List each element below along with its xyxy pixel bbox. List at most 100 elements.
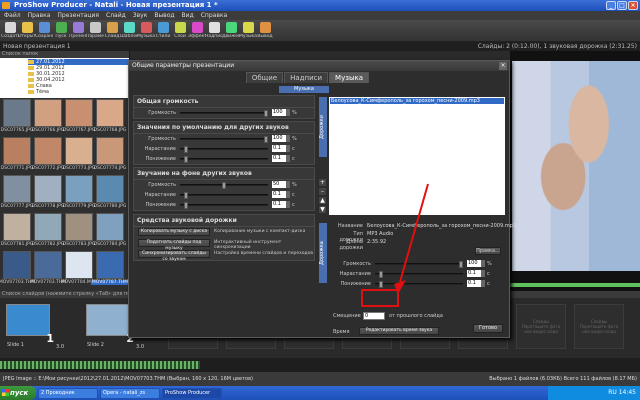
track-side-button[interactable]: –: [319, 188, 326, 195]
slider-knob[interactable]: [264, 136, 268, 143]
value-input[interactable]: 0.1: [467, 270, 481, 277]
menu-item[interactable]: Справка: [201, 11, 227, 20]
menu-item[interactable]: Презентация: [57, 11, 99, 20]
slider-knob[interactable]: [184, 156, 188, 163]
thumbnail-item[interactable]: MOV07704.MOV: [61, 251, 97, 288]
slider-knob[interactable]: [184, 192, 188, 199]
taskbar-task[interactable]: ProShow Producer: [162, 387, 222, 399]
toolbar-button[interactable]: Презентация: [69, 20, 87, 42]
toolbar-button[interactable]: Пуск: [53, 20, 69, 42]
done-button[interactable]: Готово: [473, 324, 503, 333]
toolbar-button[interactable]: Создать: [1, 20, 19, 42]
slider-knob[interactable]: [264, 110, 268, 117]
slider-knob[interactable]: [379, 271, 383, 278]
slider-track[interactable]: [375, 271, 463, 278]
toolbar-button[interactable]: Музыка: [239, 20, 257, 42]
toolbar-button[interactable]: Слайд: [104, 20, 120, 42]
thumbnail-item[interactable]: DSC07765.JPG: [1, 99, 33, 136]
value-input[interactable]: 0.1: [272, 155, 286, 162]
slider-track[interactable]: [375, 281, 463, 288]
spin-icon[interactable]: [286, 109, 290, 116]
slider-track[interactable]: [180, 110, 268, 117]
toolbar-button[interactable]: Движения: [222, 20, 240, 42]
slider-track[interactable]: [180, 156, 268, 163]
thumbnail-item[interactable]: DSC07778.JPG: [32, 175, 64, 212]
edit-track-button[interactable]: Правка...: [475, 247, 501, 255]
maximize-icon[interactable]: □: [617, 1, 627, 10]
thumbnail-item[interactable]: DSC07772.JPG: [32, 137, 64, 174]
value-input[interactable]: 100: [467, 260, 481, 267]
toolbar-button[interactable]: Открыть: [18, 20, 36, 42]
slider-knob[interactable]: [379, 281, 383, 288]
dialog-tab[interactable]: Музыка: [329, 72, 369, 83]
slider-track[interactable]: [180, 192, 268, 199]
dialog-close-icon[interactable]: ×: [499, 62, 507, 70]
toolbar-button[interactable]: Вывод: [257, 20, 273, 42]
track-side-button[interactable]: ▼: [319, 206, 326, 213]
thumbnail-item[interactable]: MOV07703.THM: [30, 251, 66, 288]
track-list[interactable]: Белоусова_К-Симферополь_за горохом_песни…: [329, 97, 505, 215]
slider-knob[interactable]: [184, 146, 188, 153]
thumbnail-item[interactable]: DSC07767.JPG: [63, 99, 95, 136]
thumbnail-item[interactable]: DSC07783.JPG: [63, 213, 95, 250]
slider-knob[interactable]: [184, 202, 188, 209]
toolbar-button[interactable]: Музыка: [137, 20, 155, 42]
folder-item[interactable]: Тёма: [28, 89, 129, 95]
taskbar-task[interactable]: Opera - natali_zs: [100, 387, 160, 399]
menu-item[interactable]: Правка: [28, 11, 51, 20]
track-side-button[interactable]: +: [319, 179, 326, 186]
slider-knob[interactable]: [459, 261, 463, 268]
slide-item[interactable]: Slide 2 2 3.0: [86, 304, 144, 350]
spin-icon[interactable]: [286, 191, 290, 198]
toolbar-button[interactable]: Надписи: [205, 20, 223, 42]
dialog-tab[interactable]: Общие: [245, 72, 284, 83]
track-side-button[interactable]: ▲: [319, 197, 326, 204]
toolbar-button[interactable]: Слои: [172, 20, 188, 42]
tool-button[interactable]: Подогнать слайды под музыку: [138, 239, 210, 251]
thumbnail-item[interactable]: DSC07777.JPG: [1, 175, 33, 212]
value-input[interactable]: 0.1: [272, 145, 286, 152]
toolbar-button[interactable]: Шаблон: [120, 20, 138, 42]
value-input[interactable]: 100: [272, 109, 286, 116]
thumbnail-item[interactable]: DSC07779.JPG: [63, 175, 95, 212]
value-input[interactable]: 0.1: [272, 201, 286, 208]
thumbnail-item[interactable]: DSC07780.JPG: [94, 175, 126, 212]
spin-icon[interactable]: [481, 260, 485, 267]
slider-track[interactable]: [180, 202, 268, 209]
slider-track[interactable]: [180, 182, 268, 189]
thumbnail-item[interactable]: DSC07768.JPG: [94, 99, 126, 136]
spin-icon[interactable]: [286, 181, 290, 188]
offset-input[interactable]: 0: [363, 312, 385, 320]
empty-slide-slot[interactable]: Слайды Перетащите фото или видео сюда: [516, 304, 566, 349]
slider-track[interactable]: [180, 136, 268, 143]
spin-icon[interactable]: [286, 155, 290, 162]
empty-slide-slot[interactable]: Слайды Перетащите фото или видео сюда: [574, 304, 624, 349]
toolbar-button[interactable]: Эффекты: [188, 20, 206, 42]
slider-track[interactable]: [180, 146, 268, 153]
menu-item[interactable]: Вид: [182, 11, 194, 20]
thumbnail-item[interactable]: DSC07781.JPG: [1, 213, 33, 250]
menu-item[interactable]: Слайд: [106, 11, 126, 20]
tool-button[interactable]: Синхронизировать слайды со звуком: [138, 250, 210, 262]
preview-progress[interactable]: [510, 283, 640, 287]
thumbnail-item[interactable]: DSC07782.JPG: [32, 213, 64, 250]
spin-icon[interactable]: [286, 135, 290, 142]
minimize-icon[interactable]: _: [606, 1, 616, 10]
spin-icon[interactable]: [481, 270, 485, 277]
spin-icon[interactable]: [286, 201, 290, 208]
taskbar-task[interactable]: 2 Проводник: [38, 387, 98, 399]
thumbnail-item[interactable]: MOV07787.THM: [90, 251, 130, 288]
value-input[interactable]: 100: [272, 135, 286, 142]
close-icon[interactable]: ×: [628, 1, 638, 10]
thumbnail-item[interactable]: DSC07774.JPG: [94, 137, 126, 174]
track-item[interactable]: Белоусова_К-Симферополь_за горохом_песни…: [330, 98, 504, 104]
thumbnail-item[interactable]: DSC07773.JPG: [63, 137, 95, 174]
slider-knob[interactable]: [222, 182, 226, 189]
menu-item[interactable]: Звук: [133, 11, 148, 20]
thumbnail-item[interactable]: DSC07784.JPG: [94, 213, 126, 250]
audio-timeline[interactable]: [0, 358, 640, 372]
toolbar-button[interactable]: Сохранить: [35, 20, 53, 42]
spin-icon[interactable]: [481, 280, 485, 287]
edit-sound-timing-button[interactable]: Редактировать время звука: [359, 327, 439, 335]
slide-item[interactable]: Slide 1 1 3.0: [6, 304, 64, 350]
